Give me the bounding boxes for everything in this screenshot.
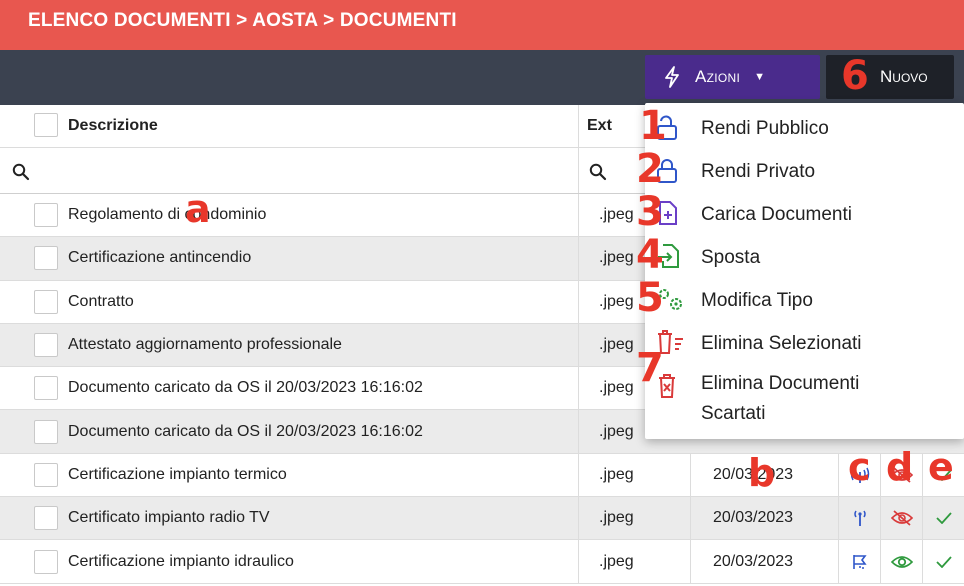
- row-descrizione: Certificazione impianto idraulico: [68, 552, 294, 570]
- annotation-number: 6: [841, 53, 869, 99]
- azioni-label: Azioni: [695, 67, 741, 86]
- eye-icon[interactable]: [880, 540, 922, 583]
- antenna-icon[interactable]: [838, 497, 880, 540]
- menu-item-elimina-selezionati[interactable]: Elimina Selezionati: [645, 324, 964, 364]
- annotation-letter: a: [185, 187, 211, 231]
- annotation-letter: c: [848, 445, 871, 489]
- annotation-number: 3: [636, 189, 664, 235]
- table-row[interactable]: Certificazione impianto termico .jpeg 20…: [0, 453, 964, 498]
- menu-item-sposta[interactable]: Sposta: [645, 238, 964, 278]
- row-ext: .jpeg: [578, 540, 690, 583]
- caret-down-icon: ▼: [754, 71, 766, 83]
- row-descrizione: Documento caricato da OS il 20/03/2023 1…: [68, 422, 423, 440]
- menu-item-rendi-pubblico[interactable]: Rendi Pubblico: [645, 109, 964, 149]
- row-ext: .jpeg: [578, 497, 690, 540]
- check-icon[interactable]: [922, 497, 964, 540]
- menu-item-carica-documenti[interactable]: Carica Documenti: [645, 195, 964, 235]
- annotation-number: 1: [639, 103, 667, 149]
- descrizione-filter-input[interactable]: [0, 148, 578, 193]
- row-descrizione: Certificato impianto radio TV: [68, 509, 270, 527]
- header-bar: ELENCO DOCUMENTI > AOSTA > DOCUMENTI: [0, 0, 964, 50]
- row-ext: .jpeg: [578, 453, 690, 497]
- eye-off-icon[interactable]: [880, 497, 922, 540]
- check-icon[interactable]: [922, 540, 964, 583]
- annotation-number: 4: [636, 232, 664, 278]
- menu-item-modifica-tipo[interactable]: Modifica Tipo: [645, 281, 964, 321]
- search-icon: [589, 163, 607, 181]
- annotation-letter: e: [928, 445, 954, 489]
- menu-item-elimina-documenti-scartati[interactable]: Elimina Documenti Scartati: [645, 367, 964, 433]
- col-header-descrizione[interactable]: Descrizione: [0, 105, 578, 147]
- row-descrizione: Attestato aggiornamento professionale: [68, 336, 342, 354]
- row-descrizione: Contratto: [68, 292, 134, 310]
- row-descrizione: Certificazione impianto termico: [68, 465, 287, 483]
- menu-item-rendi-privato[interactable]: Rendi Privato: [645, 152, 964, 192]
- row-descrizione: Certificazione antincendio: [68, 249, 252, 267]
- breadcrumb: ELENCO DOCUMENTI > AOSTA > DOCUMENTI: [28, 10, 457, 31]
- table-row[interactable]: Certificazione impianto idraulico .jpeg …: [0, 540, 964, 584]
- row-descrizione: Documento caricato da OS il 20/03/2023 1…: [68, 379, 423, 397]
- nuovo-label: Nuovo: [880, 67, 928, 86]
- bolt-icon: [665, 66, 679, 88]
- toolbar: Azioni ▼ Nuovo: [0, 50, 964, 105]
- annotation-number: 2: [636, 146, 664, 192]
- annotation-number: 5: [636, 275, 664, 321]
- azioni-dropdown-menu: Rendi Pubblico Rendi Privato Carica Docu…: [645, 103, 964, 439]
- row-data: 20/03/2023: [690, 497, 838, 540]
- annotation-number: 7: [636, 345, 664, 391]
- table-row[interactable]: Certificato impianto radio TV .jpeg 20/0…: [0, 497, 964, 541]
- row-data: 20/03/2023: [690, 540, 838, 583]
- row-descrizione: Regolamento di condominio: [68, 206, 267, 224]
- faucet-icon[interactable]: [838, 540, 880, 583]
- azioni-button[interactable]: Azioni ▼: [645, 55, 820, 99]
- annotation-letter: d: [886, 445, 914, 489]
- annotation-letter: b: [748, 451, 776, 495]
